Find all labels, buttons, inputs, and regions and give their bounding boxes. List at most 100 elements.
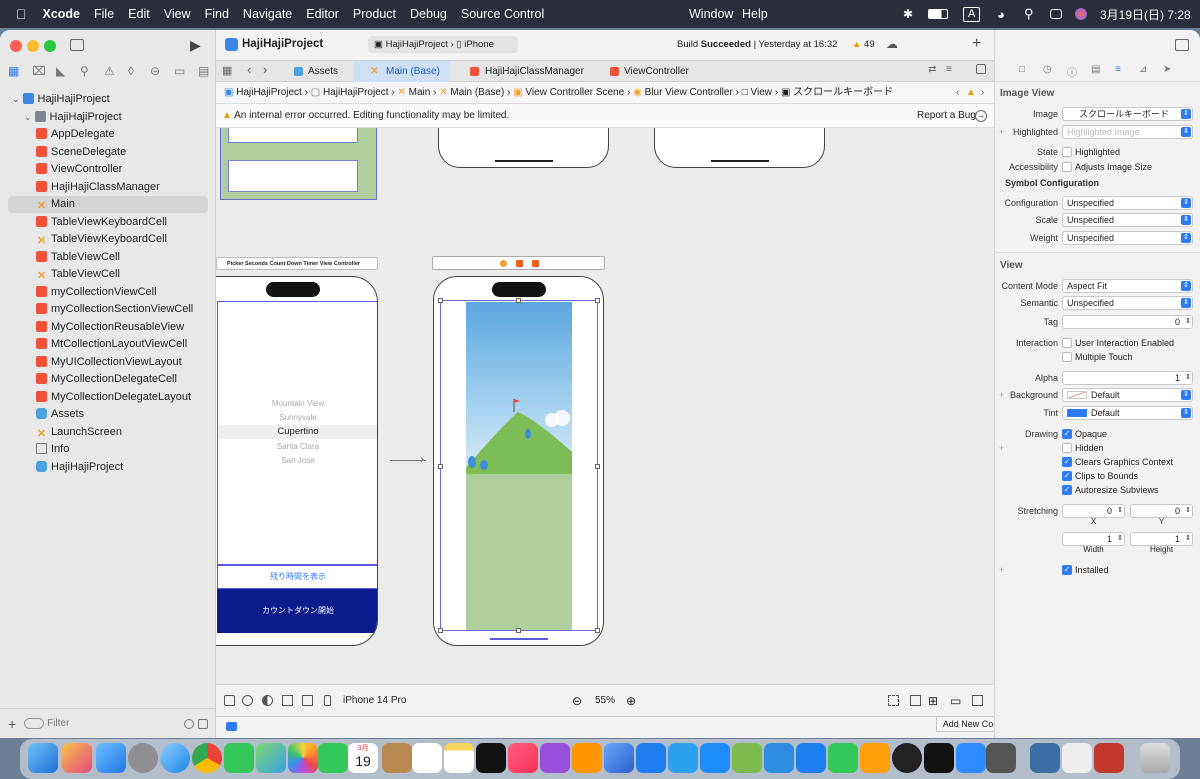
file-tree-item[interactable]: myCollectionViewCell bbox=[8, 284, 208, 301]
hidden-checkbox[interactable] bbox=[1062, 443, 1072, 453]
picker-row[interactable]: Mountain View bbox=[218, 397, 377, 411]
report-arrow-icon[interactable]: → bbox=[975, 110, 987, 122]
picker-row[interactable]: Sunnyvale bbox=[218, 411, 377, 425]
test-navigator-icon[interactable]: ◊ bbox=[128, 64, 134, 78]
stretch-y-field[interactable]: 0 ⇕ bbox=[1130, 504, 1193, 518]
appearance-icon[interactable] bbox=[262, 695, 273, 706]
menu-file[interactable]: File bbox=[94, 7, 114, 21]
document-outline-icon[interactable] bbox=[224, 695, 235, 706]
file-tree-item[interactable]: ⌄ HajiHajiProject bbox=[8, 109, 208, 126]
installed-checkbox[interactable]: ✓ bbox=[1062, 565, 1072, 575]
tint-color-popup[interactable]: Default ⇕ bbox=[1062, 406, 1193, 420]
photos-icon[interactable] bbox=[288, 743, 318, 773]
scale-popup[interactable]: Unspecified ⇕ bbox=[1062, 213, 1193, 227]
orientation-icon[interactable] bbox=[282, 695, 293, 706]
device-selector[interactable]: iPhone 14 Pro bbox=[343, 685, 406, 717]
system-settings-icon[interactable] bbox=[128, 743, 158, 773]
file-tree-item[interactable]: ✕ Main bbox=[8, 196, 208, 213]
start-countdown-button[interactable]: カウントダウン開始 bbox=[217, 589, 377, 633]
zoom-out-icon[interactable]: ⊝ bbox=[572, 685, 582, 717]
iphone-frame-top-middle[interactable] bbox=[438, 128, 609, 168]
tab-hajihajiclassmanager[interactable]: HajiHajiClassManager bbox=[450, 61, 586, 82]
launchpad-icon[interactable] bbox=[62, 743, 92, 773]
zoom-window-button[interactable] bbox=[44, 40, 56, 52]
picker-row[interactable]: Santa Clara bbox=[218, 440, 377, 454]
weight-popup[interactable]: Unspecified ⇕ bbox=[1062, 231, 1193, 245]
siri-icon[interactable] bbox=[1075, 0, 1087, 28]
menu-debug[interactable]: Debug bbox=[410, 7, 447, 21]
tab-assets[interactable]: Assets bbox=[278, 61, 354, 82]
jump-folder[interactable]: HajiHajiProject bbox=[323, 87, 389, 98]
highlighted-checkbox[interactable] bbox=[1062, 147, 1072, 157]
layout-icon[interactable] bbox=[302, 695, 313, 706]
menu-help[interactable]: Help bbox=[742, 0, 768, 28]
filter-input[interactable] bbox=[47, 718, 168, 729]
file-tree-item[interactable]: MyCollectionReusableView bbox=[8, 319, 208, 336]
tab-viewcontroller[interactable]: ViewController bbox=[586, 61, 706, 82]
filter-scope-icon[interactable] bbox=[198, 719, 208, 729]
notes-icon[interactable] bbox=[444, 743, 474, 773]
apple-tv-icon[interactable] bbox=[476, 743, 506, 773]
size-inspector-icon[interactable]: ⊿ bbox=[1139, 64, 1147, 75]
maps-icon[interactable] bbox=[256, 743, 286, 773]
opaque-checkbox[interactable]: ✓ bbox=[1062, 429, 1072, 439]
connections-inspector-icon[interactable]: ➤ bbox=[1163, 64, 1171, 75]
trash-icon[interactable] bbox=[1140, 743, 1170, 773]
clears-graphics-checkbox[interactable]: ✓ bbox=[1062, 457, 1072, 467]
simulator-icon[interactable] bbox=[636, 743, 666, 773]
menu-view[interactable]: View bbox=[164, 7, 191, 21]
issue-navigator-icon[interactable]: ⚠ bbox=[104, 64, 115, 78]
warnings-badge[interactable]: ▲ 49 bbox=[852, 39, 875, 50]
first-responder-icon[interactable] bbox=[516, 260, 523, 267]
chrome-icon[interactable] bbox=[192, 743, 222, 773]
add-variation-icon[interactable]: + bbox=[999, 562, 1004, 578]
stepper-icon[interactable]: ⇕ bbox=[1185, 533, 1191, 545]
disclosure-chevron-icon[interactable]: ⌄ bbox=[12, 94, 20, 104]
report-bug-link[interactable]: Report a Bug bbox=[917, 104, 976, 128]
storyboard-canvas[interactable]: Picker Seconds Count Down Timer View Con… bbox=[216, 128, 994, 684]
contacts-icon[interactable] bbox=[382, 743, 412, 773]
previous-issue-icon[interactable]: ‹ bbox=[956, 82, 959, 104]
image-popup[interactable]: スクロールキーボード ⇕ bbox=[1062, 107, 1193, 121]
close-window-button[interactable] bbox=[10, 40, 22, 52]
grid-icon[interactable]: ▦ bbox=[222, 64, 232, 77]
reminders-icon[interactable] bbox=[412, 743, 442, 773]
picker-scene-phone[interactable]: Mountain View Sunnyvale Cupertino Santa Cla… bbox=[216, 276, 378, 646]
file-tree-item[interactable]: TableViewCell bbox=[8, 249, 208, 266]
editor-options-icon[interactable]: ≡ bbox=[946, 64, 952, 75]
input-method-icon[interactable] bbox=[1094, 743, 1124, 773]
apple-menu-icon[interactable]:  bbox=[16, 6, 27, 22]
github-icon[interactable] bbox=[892, 743, 922, 773]
show-remaining-button[interactable]: 残り時間を表示 bbox=[217, 565, 377, 589]
help-inspector-icon[interactable]: ⓘ bbox=[1067, 64, 1077, 79]
stretch-height-field[interactable]: 1 ⇕ bbox=[1130, 532, 1193, 546]
multiple-touch-checkbox[interactable] bbox=[1062, 352, 1072, 362]
control-center-icon[interactable] bbox=[1050, 0, 1062, 28]
menu-source-control[interactable]: Source Control bbox=[461, 7, 544, 21]
terminal-icon[interactable] bbox=[924, 743, 954, 773]
resize-handle[interactable] bbox=[438, 298, 443, 303]
menu-window[interactable]: Window bbox=[689, 0, 733, 28]
stepper-icon[interactable]: ⇕ bbox=[1185, 316, 1191, 328]
clips-to-bounds-checkbox[interactable]: ✓ bbox=[1062, 471, 1072, 481]
exit-icon[interactable] bbox=[532, 260, 539, 267]
file-inspector-icon[interactable]: □ bbox=[1019, 64, 1025, 75]
add-file-icon[interactable]: + bbox=[8, 716, 16, 732]
alpha-field[interactable]: 1 ⇕ bbox=[1062, 371, 1193, 385]
scheme-selector[interactable]: ▣ HajiHajiProject › ▯ iPhone bbox=[368, 36, 518, 53]
battery-icon[interactable] bbox=[928, 0, 948, 28]
split-editor-icon[interactable] bbox=[976, 64, 986, 74]
align-icon[interactable]: ⊞ bbox=[928, 685, 938, 717]
next-issue-icon[interactable]: › bbox=[981, 82, 984, 104]
file-tree-item[interactable]: MtCollectionLayoutViewCell bbox=[8, 336, 208, 353]
jump-view[interactable]: View bbox=[751, 87, 773, 98]
jump-localization[interactable]: Main (Base) bbox=[450, 87, 504, 98]
jump-controller[interactable]: Blur View Controller bbox=[645, 87, 733, 98]
menu-navigate[interactable]: Navigate bbox=[243, 7, 292, 21]
calendar-icon[interactable]: 3月 19 bbox=[348, 743, 378, 773]
tab-main-base[interactable]: ✕ Main (Base) bbox=[354, 61, 450, 82]
project-navigator-icon[interactable]: ▦ bbox=[8, 64, 19, 78]
file-tree-item[interactable]: MyCollectionDelegateLayout bbox=[8, 389, 208, 406]
coteditor-icon[interactable] bbox=[732, 743, 762, 773]
stepper-icon[interactable]: ⇕ bbox=[1185, 505, 1191, 517]
